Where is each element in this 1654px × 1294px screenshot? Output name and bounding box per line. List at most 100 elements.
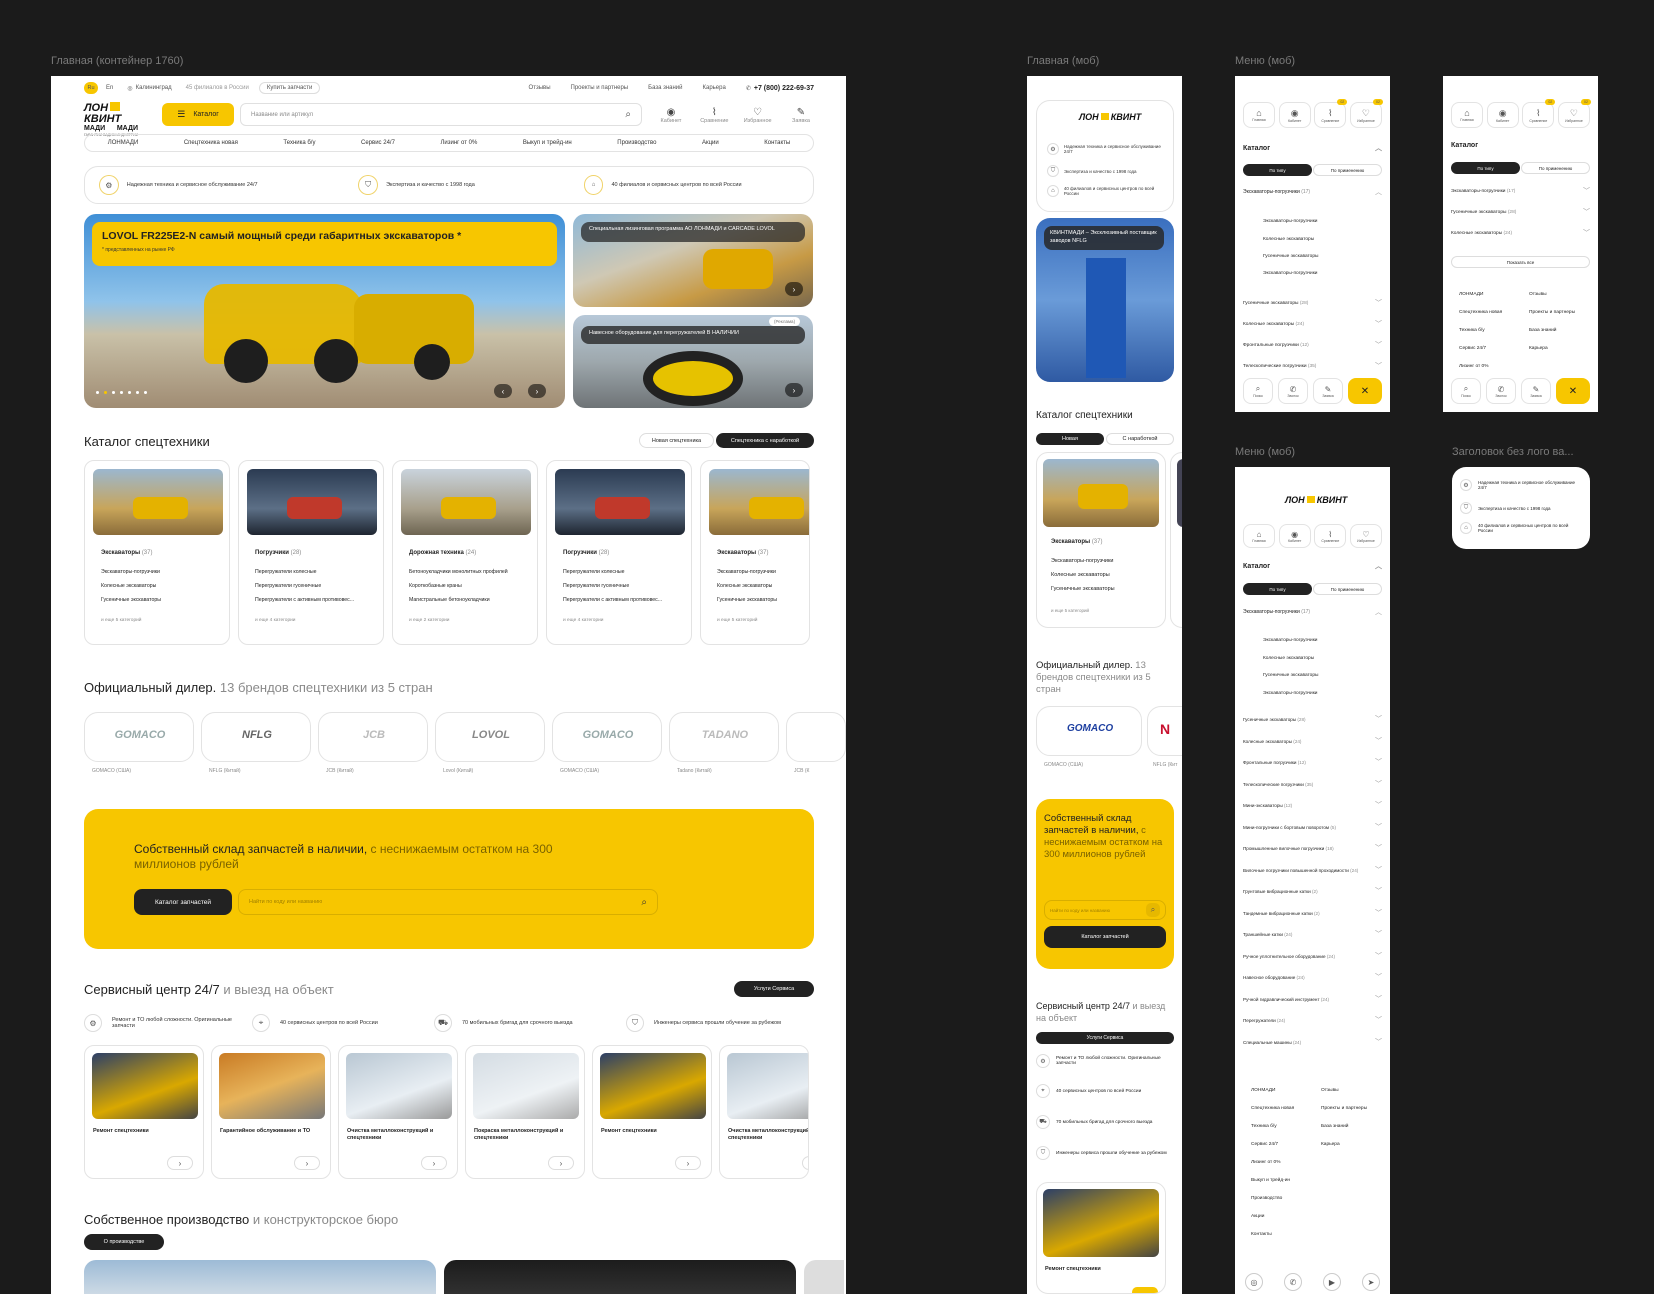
nav-promo[interactable]: Акции: [702, 140, 719, 146]
hero-side-1[interactable]: Специальная лизинговая программа АО ЛОНМ…: [573, 214, 813, 307]
ml-tab-favorites[interactable]: ♡ Избранное: [1349, 524, 1382, 548]
m1-catalog-header[interactable]: Каталог ︿: [1243, 143, 1382, 153]
ml-link[interactable]: ЛОНМАДИ: [1251, 1088, 1275, 1093]
mc-catalog-header[interactable]: Каталог: [1451, 142, 1478, 149]
m-parts-button[interactable]: Каталог запчастей: [1044, 926, 1166, 948]
service-card-arrow-icon[interactable]: ›: [167, 1156, 193, 1170]
mc-link[interactable]: База знаний: [1529, 328, 1557, 333]
m-card-item-1[interactable]: Экскаваторы-погрузчики: [1051, 558, 1113, 564]
catalog-card[interactable]: Погрузчики (28) Перегружатели колесные П…: [546, 460, 692, 645]
m-service-card[interactable]: Ремонт спецтехники: [1036, 1182, 1166, 1294]
ml-sub-2[interactable]: Колесные экскаваторы: [1263, 656, 1314, 661]
m-tab-new[interactable]: Новая: [1036, 433, 1104, 445]
catalog-card-item[interactable]: Бетоноукладчики монолитных профилей: [409, 569, 508, 575]
service-card-arrow-icon[interactable]: ›: [548, 1156, 574, 1170]
production-button[interactable]: О производстве: [84, 1234, 164, 1250]
catalog-card-item[interactable]: Колесные экскаваторы: [101, 583, 156, 589]
m1-sub-2[interactable]: Колесные экскаваторы: [1263, 237, 1314, 242]
catalog-card-item[interactable]: Гусеничные экскаваторы: [717, 597, 777, 603]
lang-en[interactable]: En: [106, 85, 113, 91]
catalog-button[interactable]: ☰ Каталог: [162, 103, 234, 126]
catalog-card-item[interactable]: Магистральные бетоноукладчики: [409, 597, 490, 603]
m-tab-used[interactable]: С наработкой: [1106, 433, 1174, 445]
branches-link[interactable]: 45 филиалов в России: [186, 85, 249, 91]
top-link-reviews[interactable]: Отзывы: [529, 85, 551, 91]
mc-search[interactable]: ⌕ Поиск: [1451, 378, 1481, 404]
header-request[interactable]: ✎ Заявка: [781, 107, 821, 124]
service-card[interactable]: Ремонт спецтехники ›: [592, 1045, 712, 1179]
header-favorites[interactable]: ♡ Избранное: [738, 107, 778, 124]
side1-next-icon[interactable]: ›: [785, 282, 803, 296]
service-card[interactable]: Ремонт спецтехники ›: [84, 1045, 204, 1179]
catalog-card-item[interactable]: Перегружатели гусеничные: [255, 583, 321, 589]
mc-request[interactable]: ✎ Заявка: [1521, 378, 1551, 404]
m-service-button[interactable]: Услуги Сервиса: [1036, 1032, 1174, 1044]
catalog-card-item[interactable]: Гусеничные экскаваторы: [101, 597, 161, 603]
service-card-arrow-icon[interactable]: ›: [802, 1156, 808, 1170]
m1-sub-4[interactable]: Экскаваторы-погрузчики: [1263, 271, 1317, 276]
ml-link[interactable]: База знаний: [1321, 1124, 1349, 1129]
telegram-icon[interactable]: ➤: [1362, 1273, 1380, 1291]
ml-open-group[interactable]: Экскаваторы-погрузчики (17) ︿: [1243, 607, 1382, 617]
catalog-card-more[interactable]: и еще 2 категории: [409, 618, 450, 623]
mc-group[interactable]: Экскаваторы-погрузчики (17) ﹀: [1451, 186, 1590, 196]
m-card-item-2[interactable]: Колесные экскаваторы: [1051, 572, 1110, 578]
m1-by-type[interactable]: По типу: [1243, 164, 1312, 176]
ml-group[interactable]: Перегружатели (24) ﹀: [1243, 1017, 1382, 1024]
m1-close-icon[interactable]: ✕: [1348, 378, 1382, 404]
mc-link[interactable]: Карьера: [1529, 346, 1548, 351]
service-card[interactable]: Покраска металлоконструкций и спецтехник…: [465, 1045, 585, 1179]
buy-parts-button[interactable]: Купить запчасти: [258, 82, 321, 94]
m-parts-search-icon[interactable]: ⌕: [1146, 903, 1160, 917]
m-service-card-arrow[interactable]: [1132, 1287, 1158, 1293]
mobile-hero[interactable]: КВИНТМАДИ – Эксклюзивный поставщик завод…: [1036, 218, 1174, 382]
ml-catalog-header[interactable]: Каталог ︿: [1243, 561, 1382, 571]
phone-link[interactable]: +7 (800) 222-69-37: [754, 85, 814, 92]
m1-tab-cabinet[interactable]: ◉ Кабинет: [1278, 102, 1311, 128]
search-icon[interactable]: ⌕: [625, 109, 631, 120]
nav-service[interactable]: Сервис 24/7: [361, 140, 395, 146]
catalog-card-item[interactable]: Колесные экскаваторы: [717, 583, 772, 589]
mc-link[interactable]: Проекты и партнеры: [1529, 310, 1575, 315]
ml-group[interactable]: Гусеничные экскаваторы (28) ﹀: [1243, 716, 1382, 723]
mc-tab-home[interactable]: ⌂ Главная: [1451, 102, 1483, 128]
ml-by-type[interactable]: По типу: [1243, 583, 1312, 595]
catalog-card-item[interactable]: Экскаваторы-погрузчики: [717, 569, 776, 575]
ml-group[interactable]: Траншейные катки (24) ﹀: [1243, 931, 1382, 938]
ml-link[interactable]: Отзывы: [1321, 1088, 1339, 1093]
ml-sub-4[interactable]: Экскаваторы-погрузчики: [1263, 691, 1317, 696]
nav-lonmadi[interactable]: ЛОНМАДИ: [108, 140, 139, 146]
mc-group[interactable]: Колесные экскаваторы (24) ﹀: [1451, 228, 1590, 238]
ml-by-use[interactable]: По применению: [1313, 583, 1382, 595]
catalog-card-item[interactable]: Перегружатели с активным противовес...: [255, 597, 354, 603]
service-card-arrow-icon[interactable]: ›: [421, 1156, 447, 1170]
nav-contacts[interactable]: Контакты: [764, 140, 790, 146]
mobile-logo[interactable]: ЛОН КВИНТ: [1079, 112, 1141, 122]
ml-link[interactable]: Проекты и партнеры: [1321, 1106, 1367, 1111]
parts-search-icon[interactable]: ⌕: [641, 897, 647, 908]
ml-link[interactable]: Спецтехника новая: [1251, 1106, 1294, 1111]
m-card-item-3[interactable]: Гусеничные экскаваторы: [1051, 586, 1115, 592]
m1-group[interactable]: Гусеничные экскаваторы (28) ﹀: [1243, 298, 1382, 308]
youtube-icon[interactable]: ▶: [1323, 1273, 1341, 1291]
ml-group[interactable]: Ручное уплотнительное оборудование (24) ﹀: [1243, 953, 1382, 960]
top-link-career[interactable]: Карьера: [703, 85, 726, 91]
ml-group[interactable]: Колесные экскаваторы (24) ﹀: [1243, 738, 1382, 745]
mc-link[interactable]: Сервис 24/7: [1459, 346, 1486, 351]
brand-card[interactable]: [786, 712, 846, 762]
nav-new[interactable]: Спецтехника новая: [184, 140, 238, 146]
m-brand-nflg[interactable]: N: [1147, 706, 1182, 756]
mc-show-all[interactable]: Показать все: [1451, 256, 1590, 268]
ml-tab-compare[interactable]: ⌇ Сравнение: [1314, 524, 1347, 548]
parts-catalog-button[interactable]: Каталог запчастей: [134, 889, 232, 915]
ml-group[interactable]: Фронтальные погрузчики (12) ﹀: [1243, 759, 1382, 766]
ml-link[interactable]: Выкуп и трейд-ин: [1251, 1178, 1290, 1183]
catalog-card[interactable]: Дорожная техника (24) Бетоноукладчики мо…: [392, 460, 538, 645]
nav-production[interactable]: Производство: [617, 140, 656, 146]
m1-call[interactable]: ✆ Звонок: [1278, 378, 1308, 404]
hero-next-icon[interactable]: ›: [528, 384, 546, 398]
mc-tab-favorites[interactable]: ♡ Избранное 02: [1557, 99, 1591, 128]
m1-group[interactable]: Колесные экскаваторы (24) ﹀: [1243, 319, 1382, 329]
nav-used[interactable]: Техника б/у: [283, 140, 315, 146]
mc-group[interactable]: Гусеничные экскаваторы (28) ﹀: [1451, 207, 1590, 217]
